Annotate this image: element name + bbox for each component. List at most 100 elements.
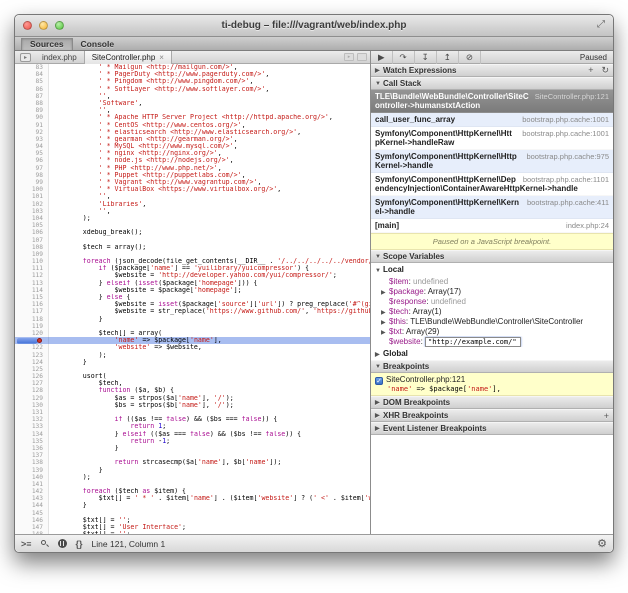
disable-breakpoints-icon[interactable]: ⊘: [459, 51, 481, 64]
line-number[interactable]: 124: [15, 359, 49, 366]
scope-local-header[interactable]: ▼Local: [371, 263, 613, 276]
line-number[interactable]: 100: [15, 186, 49, 193]
line-number[interactable]: 92: [15, 129, 49, 136]
scope-variable[interactable]: $response: undefined: [371, 296, 613, 306]
gear-icon[interactable]: ⚙: [597, 537, 607, 550]
line-number[interactable]: 85: [15, 78, 49, 85]
line-number[interactable]: 94: [15, 143, 49, 150]
breakpoints-header[interactable]: ▼ Breakpoints: [371, 360, 613, 373]
line-number[interactable]: 146: [15, 517, 49, 524]
line-number[interactable]: 118: [15, 316, 49, 323]
add-watch-icon[interactable]: +: [588, 65, 593, 76]
refresh-watch-icon[interactable]: ↻: [601, 65, 609, 76]
line-number[interactable]: 144: [15, 502, 49, 509]
line-number[interactable]: 140: [15, 474, 49, 481]
pause-on-exceptions-icon[interactable]: [58, 539, 67, 548]
scope-variables-header[interactable]: ▼ Scope Variables: [371, 250, 613, 263]
line-number[interactable]: 127: [15, 380, 49, 387]
line-number[interactable]: 108: [15, 244, 49, 251]
line-number[interactable]: 147: [15, 524, 49, 531]
call-stack-header[interactable]: ▼ Call Stack: [371, 77, 613, 90]
line-number[interactable]: 86: [15, 86, 49, 93]
line-number[interactable]: 106: [15, 229, 49, 236]
variable-edit-input[interactable]: [425, 337, 521, 347]
line-number[interactable]: 104: [15, 215, 49, 222]
line-number[interactable]: 114: [15, 287, 49, 294]
line-number[interactable]: 136: [15, 445, 49, 452]
line-number[interactable]: 99: [15, 179, 49, 186]
line-number[interactable]: 95: [15, 150, 49, 157]
expand-triangle-icon[interactable]: ▶: [381, 289, 389, 296]
file-tab-index-php[interactable]: index.php: [35, 51, 84, 64]
line-number[interactable]: 96: [15, 157, 49, 164]
line-number[interactable]: 110: [15, 258, 49, 265]
fullscreen-icon[interactable]: ⤢: [597, 19, 605, 30]
scope-variable[interactable]: $website:: [371, 336, 613, 347]
call-stack-frame[interactable]: bootstrap.php.cache:411Symfony\Component…: [371, 196, 613, 219]
step-out-icon[interactable]: ↥: [437, 51, 459, 64]
line-number[interactable]: 126: [15, 373, 49, 380]
line-number[interactable]: 116: [15, 301, 49, 308]
line-number[interactable]: 112: [15, 272, 49, 279]
line-number[interactable]: 101: [15, 193, 49, 200]
line-number[interactable]: 119: [15, 323, 49, 330]
line-number[interactable]: 120: [15, 330, 49, 337]
collapse-triangle-icon[interactable]: ▶: [375, 425, 383, 432]
editor-option-icon[interactable]: ▸: [344, 53, 354, 61]
call-stack-frame[interactable]: bootstrap.php.cache:1001Symfony\Componen…: [371, 127, 613, 150]
line-number[interactable]: 115: [15, 294, 49, 301]
line-number[interactable]: 84: [15, 71, 49, 78]
dom-breakpoints-header[interactable]: ▶ DOM Breakpoints: [371, 396, 613, 409]
scope-variable[interactable]: ▶$this: TLE\Bundle\WebBundle\Controller\…: [371, 316, 613, 326]
collapse-triangle-icon[interactable]: ▶: [375, 412, 383, 419]
execution-line-gutter[interactable]: [15, 337, 49, 344]
search-icon[interactable]: [41, 540, 48, 547]
line-number[interactable]: 134: [15, 431, 49, 438]
expand-triangle-icon[interactable]: ▼: [375, 268, 383, 274]
line-number[interactable]: 128: [15, 387, 49, 394]
line-number[interactable]: 90: [15, 114, 49, 121]
line-number[interactable]: 117: [15, 308, 49, 315]
line-number[interactable]: 123: [15, 352, 49, 359]
file-tab-sitecontroller-php[interactable]: SiteController.php×: [84, 51, 172, 64]
call-stack-frame[interactable]: index.php:24[main]: [371, 219, 613, 233]
line-number[interactable]: 142: [15, 488, 49, 495]
collapse-triangle-icon[interactable]: ▶: [375, 67, 383, 74]
line-number[interactable]: 109: [15, 251, 49, 258]
event-listener-breakpoints-header[interactable]: ▶ Event Listener Breakpoints: [371, 422, 613, 435]
line-number[interactable]: 130: [15, 402, 49, 409]
line-number[interactable]: 113: [15, 280, 49, 287]
breakpoint-entry[interactable]: ✓SiteController.php:121 'name' => $packa…: [371, 373, 613, 396]
line-number[interactable]: 102: [15, 201, 49, 208]
window-titlebar[interactable]: ti-debug – file:///vagrant/web/index.php…: [15, 15, 613, 37]
line-number[interactable]: 122: [15, 344, 49, 351]
line-number[interactable]: 88: [15, 100, 49, 107]
line-number[interactable]: 133: [15, 423, 49, 430]
line-number[interactable]: 137: [15, 452, 49, 459]
line-number[interactable]: 105: [15, 222, 49, 229]
call-stack-frame[interactable]: bootstrap.php.cache:975Symfony\Component…: [371, 150, 613, 173]
tab-sources[interactable]: Sources: [21, 38, 73, 50]
line-number[interactable]: 141: [15, 481, 49, 488]
line-number[interactable]: 143: [15, 495, 49, 502]
tab-console[interactable]: Console: [73, 38, 123, 50]
line-number[interactable]: 148: [15, 531, 49, 534]
expand-triangle-icon[interactable]: ▼: [375, 81, 383, 87]
console-drawer-icon[interactable]: >≡: [21, 539, 32, 549]
resume-icon[interactable]: ▶: [371, 51, 393, 64]
line-number[interactable]: 83: [15, 64, 49, 71]
add-xhr-breakpoint-icon[interactable]: +: [604, 411, 609, 421]
editor-option-icon-2[interactable]: [357, 53, 367, 61]
line-number[interactable]: 89: [15, 107, 49, 114]
scope-variable[interactable]: ▶$package: Array(17): [371, 286, 613, 296]
scope-variable[interactable]: $item: undefined: [371, 276, 613, 286]
call-stack-frame[interactable]: bootstrap.php.cache:1001call_user_func_a…: [371, 113, 613, 127]
scope-variable[interactable]: ▶$tech: Array(1): [371, 306, 613, 316]
expand-triangle-icon[interactable]: ▶: [381, 309, 389, 316]
line-number[interactable]: 111: [15, 265, 49, 272]
line-number[interactable]: 145: [15, 510, 49, 517]
line-number[interactable]: 93: [15, 136, 49, 143]
line-number[interactable]: 129: [15, 395, 49, 402]
step-into-icon[interactable]: ↧: [415, 51, 437, 64]
scope-variable[interactable]: ▶$txt: Array(29): [371, 326, 613, 336]
